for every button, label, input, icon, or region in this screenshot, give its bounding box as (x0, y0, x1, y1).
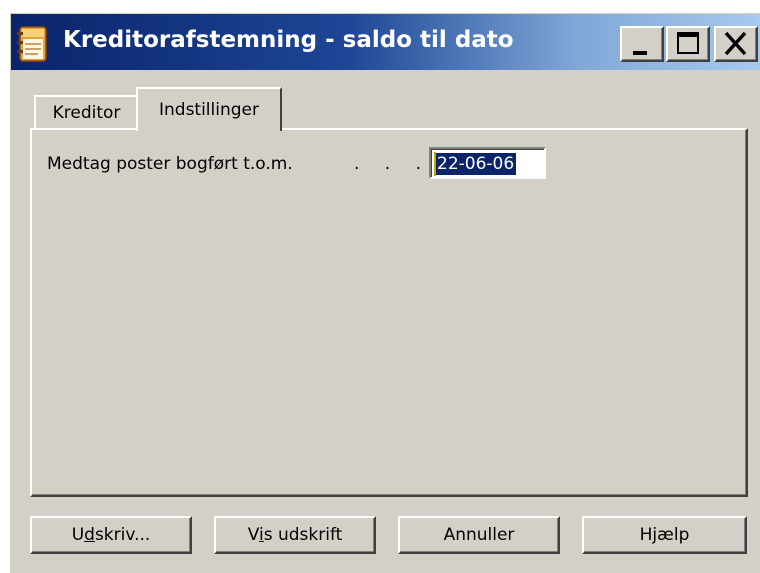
close-button[interactable] (714, 26, 758, 62)
maximize-button[interactable] (666, 26, 710, 62)
date-value-selected: 22-06-06 (435, 153, 517, 175)
tab-kreditor[interactable]: Kreditor (34, 95, 138, 129)
minimize-button[interactable] (620, 26, 664, 62)
posting-date-input[interactable]: 22-06-06 (429, 147, 546, 179)
print-button-label: Udskriv... (71, 525, 151, 545)
help-button-label: Hjælp (639, 525, 690, 545)
help-button[interactable]: Hjælp (582, 516, 747, 554)
close-icon (724, 31, 747, 56)
notebook-app-icon (14, 23, 50, 63)
tab-kreditor-label: Kreditor (52, 103, 121, 123)
title-bar[interactable]: Kreditorafstemning - saldo til dato (11, 14, 760, 70)
cancel-button[interactable]: Annuller (398, 516, 560, 554)
posting-date-label: Medtag poster bogført t.o.m. (47, 154, 293, 174)
print-button[interactable]: Udskriv... (30, 516, 192, 554)
text-caret (434, 152, 436, 176)
preview-button[interactable]: Vis udskrift (214, 516, 376, 554)
window-title: Kreditorafstemning - saldo til dato (63, 27, 514, 53)
cancel-button-label: Annuller (443, 525, 515, 545)
preview-button-label: Vis udskrift (247, 525, 343, 545)
tab-indstillinger-label: Indstillinger (158, 100, 259, 120)
tab-indstillinger[interactable]: Indstillinger (136, 87, 282, 131)
dialog-window: Kreditorafstemning - saldo til dato Kred… (10, 13, 760, 573)
maximize-icon (677, 32, 699, 54)
tab-panel (30, 128, 748, 497)
minimize-icon (633, 51, 647, 55)
